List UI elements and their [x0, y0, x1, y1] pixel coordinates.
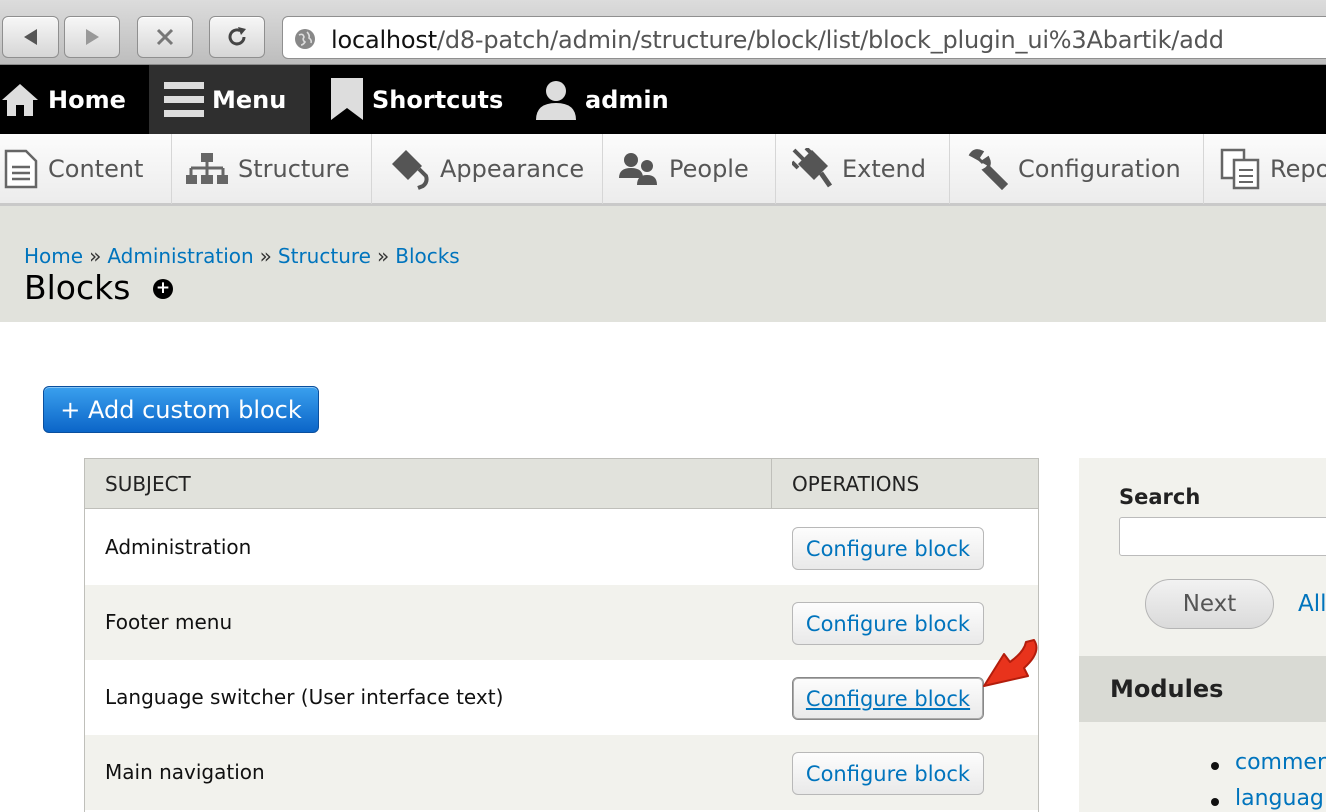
search-label: Search — [1119, 485, 1201, 509]
configure-block-button[interactable]: Configure block — [792, 752, 984, 795]
tray-item-appearance[interactable]: Appearance — [372, 134, 603, 204]
configure-block-button[interactable]: Configure block — [792, 602, 984, 645]
modules-header: Modules — [1079, 656, 1326, 722]
url-text: localhost/d8-patch/admin/structure/block… — [331, 26, 1224, 54]
tray-item-people[interactable]: People — [603, 134, 776, 204]
toolbar-menu[interactable]: Menu — [149, 65, 310, 134]
toolbar-shortcuts[interactable]: Shortcuts — [330, 65, 510, 134]
toolbar-shortcuts-label: Shortcuts — [372, 85, 504, 114]
breadcrumb-administration[interactable]: Administration — [107, 244, 253, 268]
breadcrumb-blocks[interactable]: Blocks — [395, 244, 460, 268]
plug-icon — [792, 148, 832, 190]
module-link-language[interactable]: languag — [1207, 786, 1326, 812]
toolbar-home[interactable]: Home — [0, 65, 145, 134]
people-icon — [619, 152, 659, 186]
table-row: Language switcher (User interface text) … — [85, 660, 1038, 735]
forward-button[interactable] — [64, 16, 120, 58]
url-path: /d8-patch/admin/structure/block/list/blo… — [436, 26, 1224, 54]
sitemap-icon — [186, 152, 228, 186]
close-icon — [156, 28, 174, 46]
row-subject: Main navigation — [105, 760, 265, 784]
breadcrumb-separator: » — [89, 244, 102, 268]
module-link-commerce[interactable]: commer — [1207, 750, 1326, 786]
block-library-sidebar: Search Next All Modules commer languag — [1079, 458, 1326, 812]
header-subject: SUBJECT — [105, 472, 191, 496]
tray-item-label: Content — [48, 155, 144, 183]
toolbar-user[interactable]: admin — [535, 65, 675, 134]
hamburger-icon — [164, 80, 204, 120]
breadcrumb-structure[interactable]: Structure — [278, 244, 371, 268]
paint-icon — [388, 148, 430, 190]
row-subject: Administration — [105, 535, 252, 559]
configure-block-button[interactable]: Configure block — [792, 677, 984, 720]
add-shortcut-plus-icon[interactable]: + — [153, 279, 173, 299]
block-table: SUBJECT OPERATIONS Administration Config… — [84, 458, 1039, 812]
breadcrumb-separator: » — [259, 244, 272, 268]
tray-item-label: Appearance — [440, 155, 585, 183]
browser-toolbar: localhost/d8-patch/admin/structure/block… — [0, 0, 1326, 65]
home-icon — [0, 82, 40, 118]
header-operations: OPERATIONS — [792, 472, 920, 496]
toolbar-home-label: Home — [48, 85, 126, 114]
row-subject: Language switcher (User interface text) — [105, 685, 504, 709]
table-header: SUBJECT OPERATIONS — [85, 459, 1038, 509]
table-row: Administration Configure block — [85, 510, 1038, 585]
configure-block-button[interactable]: Configure block — [792, 527, 984, 570]
row-subject: Footer menu — [105, 610, 233, 634]
annotation-arrow-icon — [983, 639, 1038, 687]
reports-icon — [1220, 148, 1260, 190]
tray-item-extend[interactable]: Extend — [776, 134, 950, 204]
forward-arrow-icon — [86, 29, 99, 45]
tray-item-structure[interactable]: Structure — [172, 134, 372, 204]
tray-item-label: Extend — [842, 155, 926, 183]
address-bar[interactable]: localhost/d8-patch/admin/structure/block… — [282, 16, 1326, 59]
page-header: Home» Administration» Structure» Blocks Blo… — [0, 206, 1326, 322]
tray-item-content[interactable]: Content — [0, 134, 172, 204]
table-row: Footer menu Configure block — [85, 585, 1038, 660]
page-title: Blocks — [24, 268, 131, 307]
bookmark-icon — [330, 77, 364, 122]
stop-button[interactable] — [137, 16, 193, 58]
modules-title: Modules — [1110, 675, 1224, 703]
table-row: Main navigation Configure block — [85, 735, 1038, 810]
globe-icon — [295, 29, 315, 49]
toolbar-user-label: admin — [585, 85, 669, 114]
user-icon — [535, 80, 577, 120]
reload-button[interactable] — [209, 16, 265, 58]
modules-list: commer languag — [1207, 750, 1326, 812]
tray-item-label: Repo — [1270, 155, 1326, 183]
breadcrumb-home[interactable]: Home — [24, 244, 83, 268]
search-input[interactable] — [1119, 517, 1326, 556]
next-button[interactable]: Next — [1145, 579, 1274, 629]
reload-icon — [228, 27, 246, 46]
back-button[interactable] — [2, 16, 59, 58]
tray-item-configuration[interactable]: Configuration — [950, 134, 1204, 204]
breadcrumb-separator: » — [376, 244, 390, 268]
add-custom-block-button[interactable]: + Add custom block — [43, 386, 319, 433]
back-arrow-icon — [23, 29, 37, 45]
breadcrumb: Home» Administration» Structure» Blocks — [24, 244, 460, 268]
all-link[interactable]: All — [1298, 591, 1326, 617]
tray-item-reports[interactable]: Repo — [1204, 134, 1326, 204]
toolbar-menu-label: Menu — [212, 85, 287, 114]
tray-item-label: People — [669, 155, 749, 183]
admin-tray: Content Structure Appearance People Exte… — [0, 134, 1326, 206]
header-divider — [771, 459, 772, 509]
url-host: localhost — [331, 26, 437, 54]
admin-toolbar: Home Menu Shortcuts admin — [0, 65, 1326, 134]
wrench-icon — [966, 148, 1008, 190]
document-icon — [4, 149, 38, 189]
tray-item-label: Structure — [238, 155, 350, 183]
tray-item-label: Configuration — [1018, 155, 1181, 183]
